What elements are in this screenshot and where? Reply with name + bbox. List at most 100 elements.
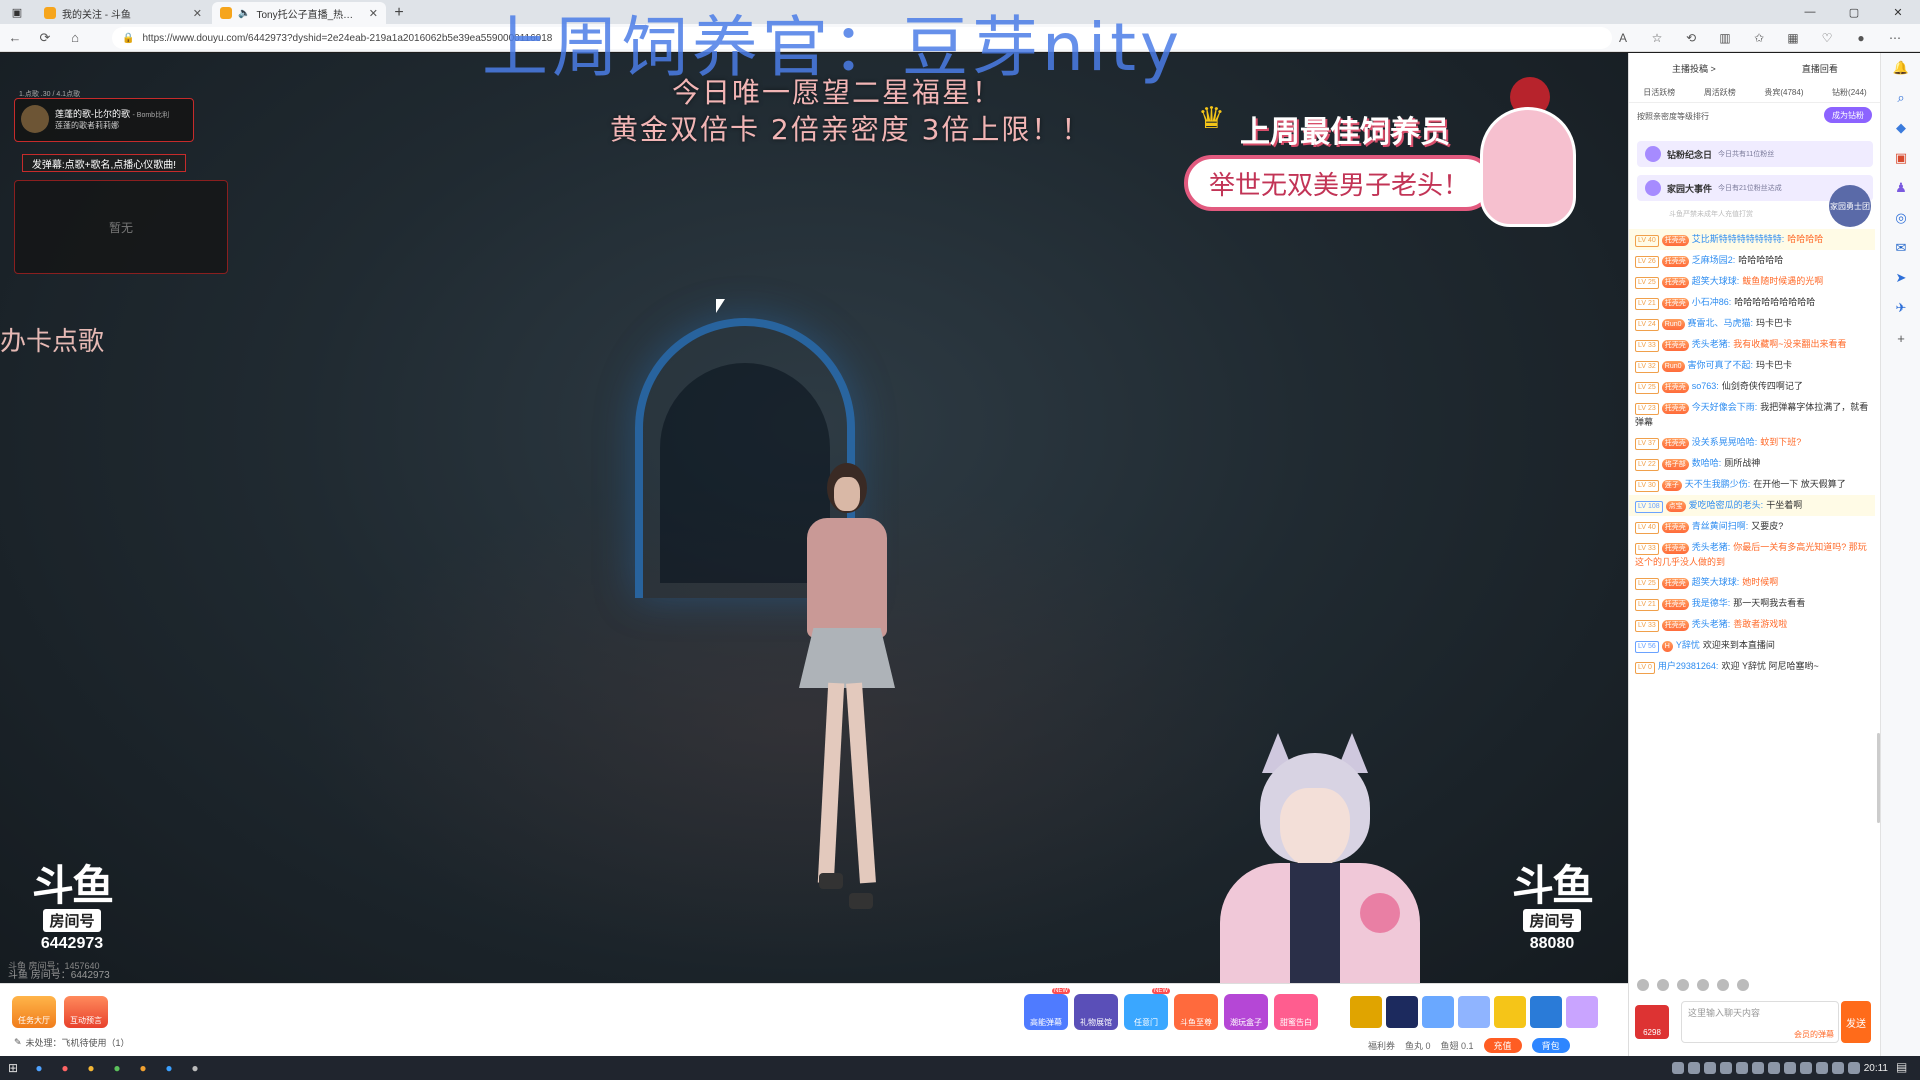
windows-start-icon[interactable]: ⊞ [0, 1056, 26, 1080]
favorites-icon[interactable]: ✩ [1744, 24, 1774, 52]
taskbar-app-icon[interactable]: ● [78, 1056, 104, 1080]
star-icon[interactable] [1677, 979, 1689, 991]
favorite-star-icon[interactable]: ☆ [1642, 24, 1672, 52]
chat-message[interactable]: LV 56 H Y辞忧 欢迎来到本直播间 [1629, 635, 1875, 656]
taskbar-app-icon[interactable]: ● [130, 1056, 156, 1080]
backpack-item-icon[interactable] [1494, 996, 1526, 1028]
bell-icon[interactable]: 🔔 [1881, 53, 1920, 83]
tray-icon[interactable] [1848, 1062, 1860, 1074]
home-icon[interactable]: ⌂ [60, 24, 90, 52]
chat-username[interactable]: 艾比斯特特特特特特特: [1692, 234, 1785, 244]
tray-icon[interactable] [1784, 1062, 1796, 1074]
outlook-icon[interactable]: ✉ [1881, 233, 1920, 263]
tab-actions-icon[interactable]: ▣ [0, 0, 34, 24]
minimize-button[interactable]: — [1788, 0, 1832, 24]
chat-message[interactable]: LV 24 Run0 赛雷北、马虎猫: 玛卡巴卡 [1629, 313, 1875, 334]
search-icon[interactable]: ⌕ [1881, 83, 1920, 113]
send-button[interactable]: 发送 [1841, 1001, 1871, 1043]
fan-badge[interactable]: 托壳壳 [1661, 543, 1689, 554]
new-tab-button[interactable]: + [386, 2, 412, 24]
tab-diamond-fans[interactable]: 钻粉(244) [1832, 87, 1867, 98]
fan-badge[interactable]: 托壳壳 [1661, 403, 1689, 414]
send-icon[interactable]: ➤ [1881, 263, 1920, 293]
tab-vip[interactable]: 贵宾(4784) [1764, 87, 1803, 98]
diamond-anniversary-notice[interactable]: 钻粉纪念日 今日共有11位粉丝 [1637, 141, 1873, 167]
gift-item[interactable]: 任意门 NEW [1124, 988, 1170, 1030]
fan-badge[interactable]: 托壳壳 [1661, 578, 1689, 589]
charge-button[interactable]: 充值 [1483, 1038, 1522, 1053]
chat-message[interactable]: LV 37 托壳壳 没关系晃晃哈哈: 蚊到下班? [1629, 432, 1875, 453]
backpack-item-icon[interactable] [1458, 996, 1490, 1028]
benefits-link[interactable]: 福利券 [1368, 1039, 1395, 1052]
member-barrage-toggle[interactable]: 会员的弹幕 [1794, 1029, 1834, 1040]
chat-username[interactable]: 超笑大球球: [1692, 577, 1740, 587]
chat-username[interactable]: 秃头老猪: [1692, 542, 1731, 552]
chat-message[interactable]: LV 40 托壳壳 青丝黄间扫啊: 又要皮? [1629, 516, 1875, 537]
chat-username[interactable]: 没关系晃晃哈哈: [1692, 437, 1758, 447]
fan-badge[interactable]: 托壳壳 [1661, 522, 1689, 533]
tab-daily-active[interactable]: 日活跃榜 [1643, 87, 1675, 98]
fan-badge[interactable]: 莲子 [1661, 480, 1682, 491]
chat-username[interactable]: 赛雷北、马虎猫: [1688, 318, 1754, 328]
interactive-prediction-button[interactable]: 互动预言 [64, 996, 108, 1028]
clock[interactable]: 20:11 [1864, 1056, 1888, 1080]
chat-username[interactable]: 数哈哈: [1692, 458, 1722, 468]
close-icon[interactable]: ✕ [193, 7, 202, 20]
gift-item[interactable]: 高能弹幕 NEW [1024, 988, 1070, 1030]
fan-badge[interactable]: 托壳壳 [1661, 235, 1689, 246]
toolbox-icon[interactable]: ▣ [1881, 143, 1920, 173]
read-aloud-icon[interactable]: A [1608, 24, 1638, 52]
gift-item[interactable]: 潮玩盒子 [1224, 994, 1268, 1030]
chat-username[interactable]: 害你可真了不起: [1688, 360, 1754, 370]
refresh-icon[interactable]: ⟳ [30, 24, 60, 52]
chat-username[interactable]: so763: [1692, 381, 1719, 391]
taskbar-app-icon[interactable]: ● [26, 1056, 52, 1080]
chat-message[interactable]: LV 33 托壳壳 秃头老猪: 善敢者游戏啦 [1629, 614, 1875, 635]
chat-username[interactable]: 爱吃哈密瓜的老头: [1689, 500, 1764, 510]
chat-username[interactable]: 青丝黄间扫啊: [1692, 521, 1749, 531]
fan-badge[interactable]: 点宝 [1665, 501, 1686, 512]
tray-icon[interactable] [1832, 1062, 1844, 1074]
streamer-submissions-link[interactable]: 主播投稿 > [1672, 62, 1716, 75]
collections-icon[interactable]: ▦ [1778, 24, 1808, 52]
chat-message-list[interactable]: LV 40 托壳壳 艾比斯特特特特特特特: 哈哈哈哈 LV 26 托壳壳 乏麻场园2: 哈哈哈… [1629, 229, 1875, 1021]
taskbar-app-icon[interactable]: ● [104, 1056, 130, 1080]
chat-message[interactable]: LV 30 莲子 天不生我鹏少伤: 在开他一下 放天假算了 [1629, 474, 1875, 495]
fan-badge[interactable]: Run0 [1661, 361, 1685, 372]
backpack-item-icon[interactable] [1422, 996, 1454, 1028]
fan-badge[interactable]: 托壳壳 [1661, 620, 1689, 631]
speaker-icon[interactable]: 🔈 [238, 8, 250, 19]
fan-badge[interactable]: Run0 [1661, 319, 1685, 330]
tray-icon[interactable] [1768, 1062, 1780, 1074]
notification-icon[interactable]: ▤ [1896, 1060, 1912, 1076]
task-hall-button[interactable]: 任务大厅 [12, 996, 56, 1028]
chat-username[interactable]: 今天好像会下雨: [1692, 402, 1758, 412]
chat-message[interactable]: LV 108 点宝 爱吃哈密瓜的老头: 干坐着啊 [1629, 495, 1875, 516]
user-icon[interactable]: ♟ [1881, 173, 1920, 203]
gift-item[interactable]: 甜蜜告白 [1274, 994, 1318, 1030]
url-input[interactable]: 🔒 https://www.douyu.com/6442973?dyshid=2… [112, 27, 1612, 49]
emoji-icon[interactable] [1637, 979, 1649, 991]
chat-username[interactable]: 秃头老猪: [1692, 619, 1731, 629]
chat-input[interactable]: 这里输入聊天内容 会员的弹幕 [1681, 1001, 1839, 1043]
chat-message[interactable]: LV 40 托壳壳 艾比斯特特特特特特特: 哈哈哈哈 [1629, 229, 1875, 250]
chat-message[interactable]: LV 22 格子部 数哈哈: 厕所战神 [1629, 453, 1875, 474]
browser-essentials-icon[interactable]: ♡ [1812, 24, 1842, 52]
taskbar-app-icon[interactable]: ● [52, 1056, 78, 1080]
chat-username[interactable]: 天不生我鹏少伤: [1685, 479, 1751, 489]
fan-badge[interactable]: 托壳壳 [1661, 298, 1689, 309]
chat-message[interactable]: LV 33 托壳壳 秃头老猪: 你最后一关有多高光知道吗? 那玩这个的几乎没人做的到 [1629, 537, 1875, 572]
fan-badge[interactable]: 托壳壳 [1661, 382, 1689, 393]
chat-username[interactable]: 秃头老猪: [1692, 339, 1731, 349]
chat-username[interactable]: 超笑大球球: [1692, 276, 1740, 286]
tab-my-follow[interactable]: 我的关注 - 斗鱼 ✕ [36, 2, 210, 24]
chat-username[interactable]: 用户29381264: [1658, 661, 1719, 671]
chat-message[interactable]: LV 0 用户29381264: 欢迎 Y辞忧 阿尼哈塞哟~ [1629, 656, 1875, 677]
chat-message[interactable]: LV 25 托壳壳 so763: 仙剑奇侠传四啊记了 [1629, 376, 1875, 397]
extensions-icon[interactable]: ⟲ [1676, 24, 1706, 52]
chat-message[interactable]: LV 21 托壳壳 我是德华: 那一天啊我去看看 [1629, 593, 1875, 614]
profile-icon[interactable]: ● [1846, 24, 1876, 52]
fans-group-badge[interactable]: 家园勇士团 [1829, 185, 1871, 227]
tag-icon[interactable]: ◆ [1881, 113, 1920, 143]
fan-badge[interactable]: 托壳壳 [1661, 438, 1689, 449]
